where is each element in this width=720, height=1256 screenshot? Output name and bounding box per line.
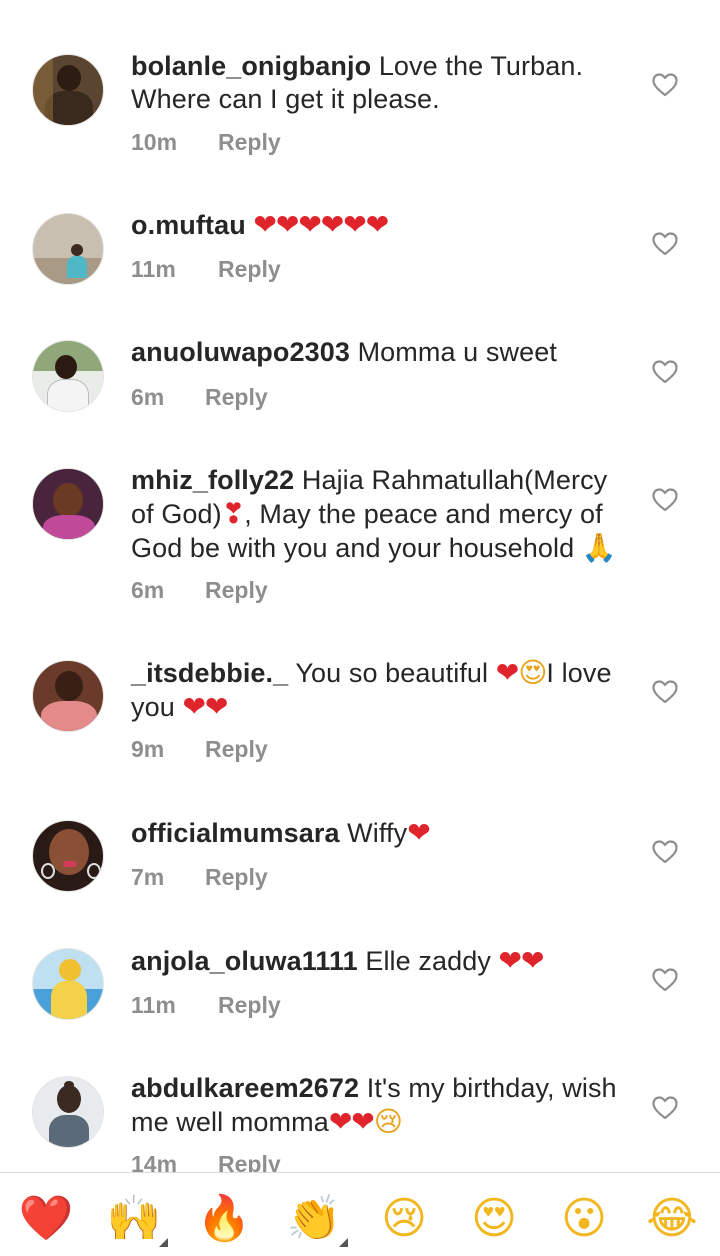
comment-time: 6m: [131, 384, 165, 410]
comment-body: Elle zaddy: [357, 946, 499, 976]
skin-tone-corner-icon: [159, 1238, 168, 1247]
comment-meta: 6m Reply: [131, 384, 268, 411]
comment-time: 9m: [131, 736, 165, 762]
comment-text: abdulkareem2672 It's my birthday, wish m…: [131, 1072, 631, 1139]
comment-meta: 11m Reply: [131, 992, 281, 1019]
comment-text: officialmumsara Wiffy❤: [131, 816, 631, 850]
avatar[interactable]: [32, 340, 104, 412]
skin-tone-corner-icon: [339, 1238, 348, 1247]
raising-hands-reaction-button[interactable]: 🙌: [106, 1191, 168, 1247]
red-heart-emoji: ❤: [407, 816, 430, 849]
hearts-emoji: ❤❤: [328, 1105, 375, 1138]
like-heart-icon[interactable]: [652, 73, 678, 97]
reply-button[interactable]: Reply: [205, 384, 268, 411]
comment-text: _itsdebbie._ You so beautiful ❤😍I love y…: [131, 656, 631, 724]
comment-time: 11m: [131, 992, 176, 1018]
avatar[interactable]: [32, 660, 104, 732]
avatar[interactable]: [32, 213, 104, 285]
red-heart-emoji: ❤: [495, 656, 519, 689]
comment-text: mhiz_folly22 Hajia Rahmatullah(Mercy of …: [131, 464, 631, 565]
comment-username[interactable]: anuoluwapo2303: [131, 337, 350, 367]
comment-username[interactable]: mhiz_folly22: [131, 465, 294, 495]
like-heart-icon[interactable]: [652, 680, 678, 704]
comment-meta: 7m Reply: [131, 864, 268, 891]
avatar[interactable]: [32, 468, 104, 540]
comment-username[interactable]: bolanle_onigbanjo: [131, 51, 371, 81]
folded-hands-emoji: 🙏: [581, 531, 617, 564]
like-heart-icon[interactable]: [652, 1096, 678, 1120]
reply-button[interactable]: Reply: [218, 256, 281, 283]
comment-text: o.muftau ❤❤❤❤❤❤: [131, 208, 631, 242]
emoji-reaction-bar: ❤️ 🙌 🔥 👏 😢 😍 😮 😂: [0, 1172, 720, 1256]
reply-button[interactable]: Reply: [218, 129, 281, 156]
hearts-emoji: ❤❤: [182, 690, 228, 723]
surprised-face-reaction-button[interactable]: 😮: [556, 1191, 612, 1247]
comment-text: bolanle_onigbanjo Love the Turban. Where…: [131, 50, 631, 116]
clapping-hands-emoji: 👏: [286, 1193, 342, 1244]
avatar[interactable]: [32, 820, 104, 892]
crying-face-reaction-button[interactable]: 😢: [376, 1191, 432, 1247]
clapping-hands-reaction-button[interactable]: 👏: [286, 1191, 348, 1247]
avatar[interactable]: [32, 54, 104, 126]
reply-button[interactable]: Reply: [218, 992, 281, 1019]
crying-face-emoji: 😢: [373, 1105, 403, 1138]
comment-username[interactable]: abdulkareem2672: [131, 1073, 359, 1103]
reply-button[interactable]: Reply: [205, 736, 268, 763]
comment-time: 6m: [131, 577, 165, 603]
raising-hands-emoji: 🙌: [106, 1193, 162, 1244]
comment-username[interactable]: _itsdebbie._: [131, 658, 288, 688]
comments-screen: bolanle_onigbanjo Love the Turban. Where…: [0, 0, 720, 1256]
comment-username[interactable]: o.muftau: [131, 210, 246, 240]
comment-username[interactable]: anjola_oluwa1111: [131, 946, 358, 976]
hearts-emoji: ❤❤❤❤❤❤: [253, 208, 389, 241]
comment-meta: 9m Reply: [131, 736, 268, 763]
like-heart-icon[interactable]: [652, 840, 678, 864]
red-heart-reaction-button[interactable]: ❤️: [18, 1191, 74, 1247]
reply-button[interactable]: Reply: [205, 864, 268, 891]
heart-exclamation-emoji: ❣: [221, 497, 245, 530]
comment-time: 7m: [131, 864, 165, 890]
fire-reaction-button[interactable]: 🔥: [196, 1191, 252, 1247]
comment-time: 10m: [131, 129, 178, 155]
reply-button[interactable]: Reply: [205, 577, 268, 604]
heart-eyes-reaction-button[interactable]: 😍: [466, 1191, 522, 1247]
comment-username[interactable]: officialmumsara: [131, 818, 340, 848]
like-heart-icon[interactable]: [652, 488, 678, 512]
tears-of-joy-reaction-button[interactable]: 😂: [644, 1191, 700, 1247]
like-heart-icon[interactable]: [652, 360, 678, 384]
like-heart-icon[interactable]: [652, 232, 678, 256]
avatar[interactable]: [32, 1076, 104, 1148]
comment-body: Momma u sweet: [349, 337, 557, 367]
heart-eyes-emoji: 😍: [518, 656, 547, 689]
comment-time: 11m: [131, 256, 176, 282]
comment-body: Wiffy: [339, 818, 408, 848]
comment-body: You so beautiful: [288, 658, 496, 688]
comment-meta: 6m Reply: [131, 577, 268, 604]
like-heart-icon[interactable]: [652, 968, 678, 992]
comment-meta: 11m Reply: [131, 256, 281, 283]
avatar[interactable]: [32, 948, 104, 1020]
comment-text: anuoluwapo2303 Momma u sweet: [131, 336, 631, 369]
comment-meta: 10m Reply: [131, 129, 281, 156]
hearts-emoji: ❤❤: [498, 944, 545, 977]
comment-text: anjola_oluwa1111 Elle zaddy ❤❤: [131, 944, 631, 978]
